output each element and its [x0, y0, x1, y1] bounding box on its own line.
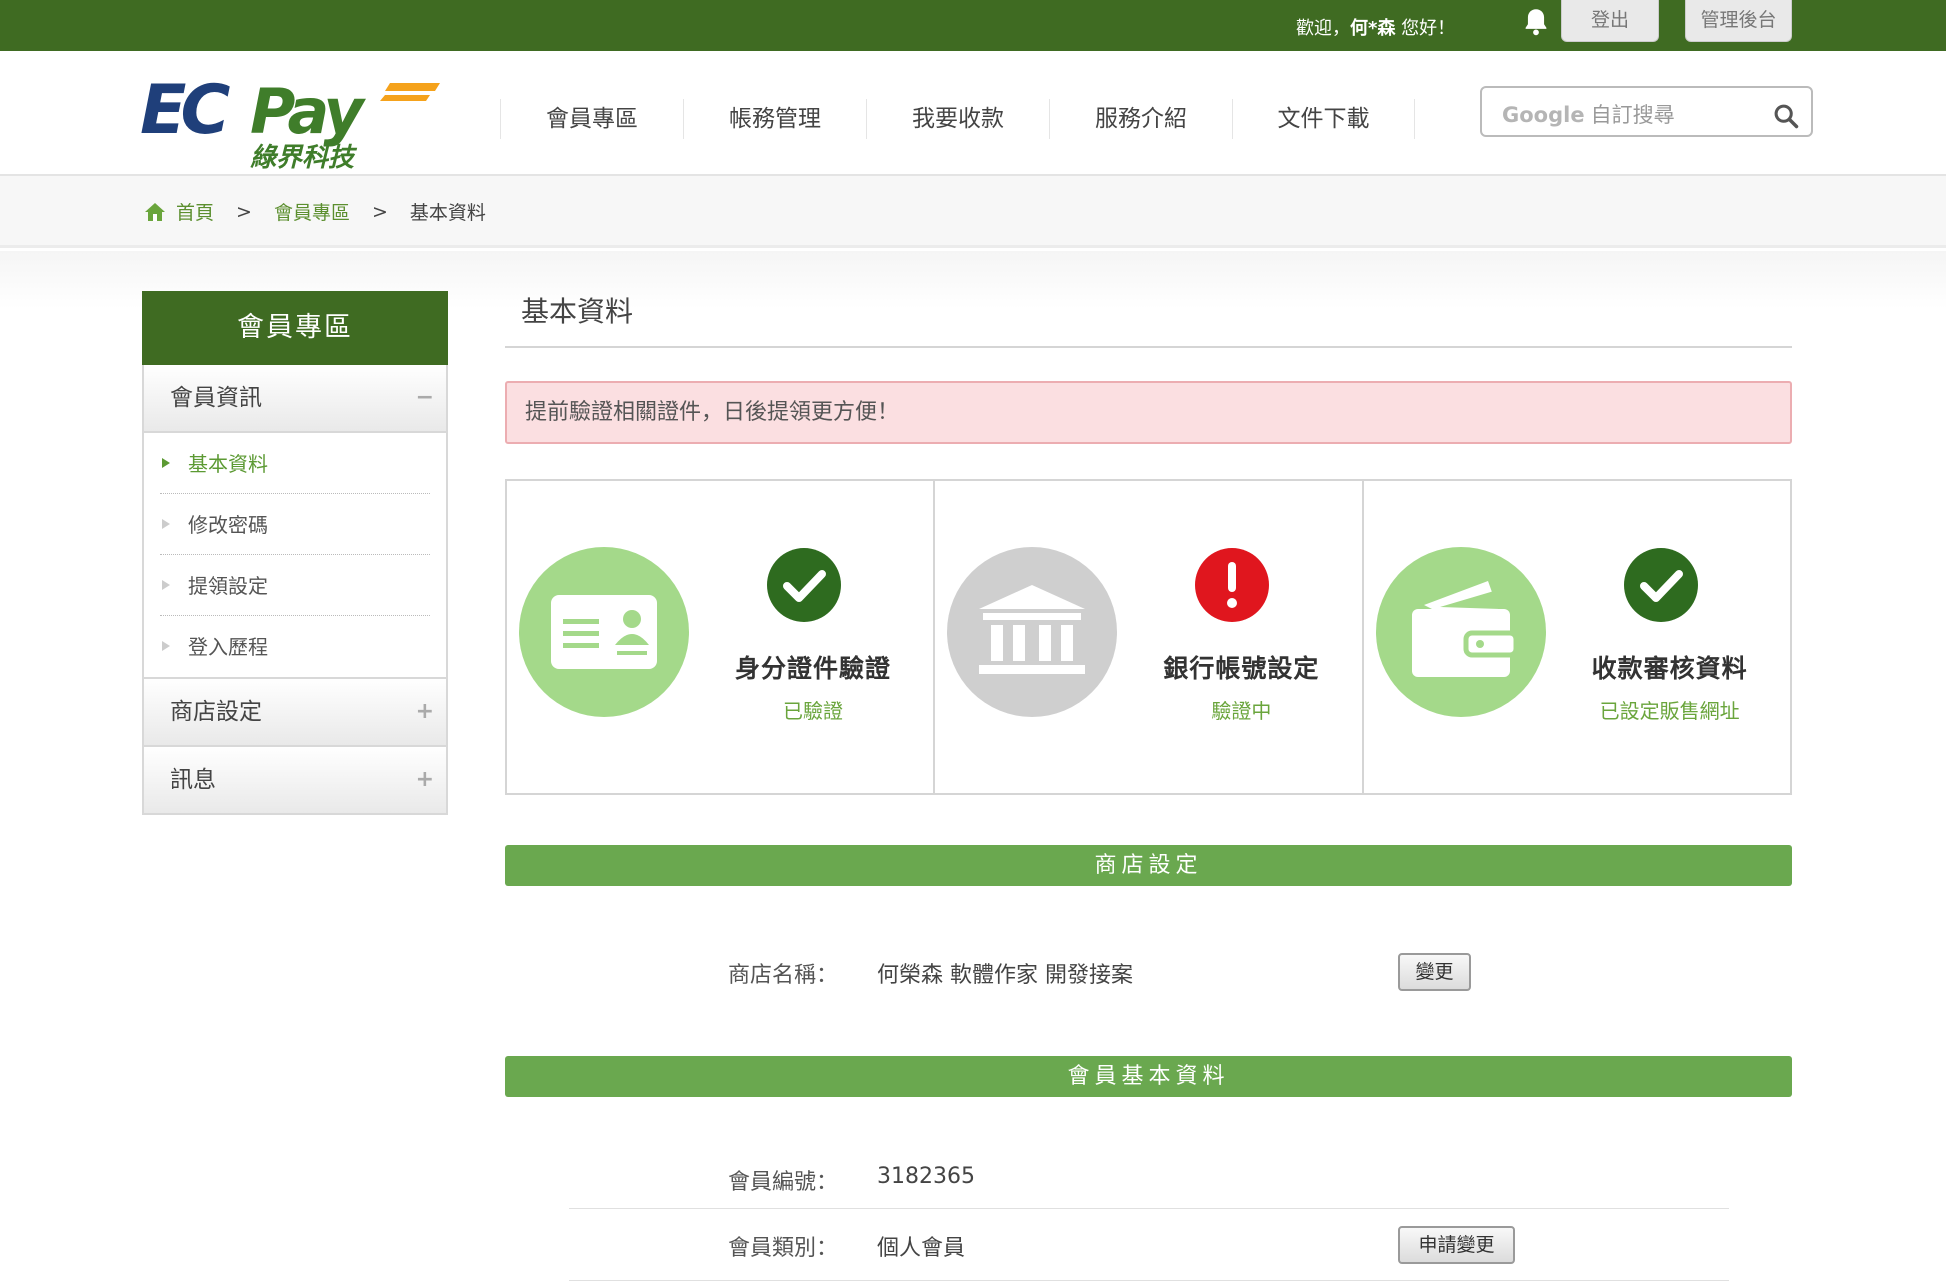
welcome-text: 歡迎，何*森 您好！	[1296, 14, 1455, 40]
admin-button[interactable]: 管理後台	[1685, 0, 1792, 42]
member-type-label: 會員類別：	[728, 1236, 839, 1261]
svg-text:EC: EC	[140, 71, 230, 150]
member-id-label: 會員編號：	[728, 1170, 839, 1195]
card-title: 銀行帳號設定	[1163, 654, 1320, 683]
sidebar: 會員專區 會員資訊 − 基本資料 修改密碼 提領設定 登入歷程 商店設定 + 訊…	[142, 291, 448, 815]
id-card-icon	[519, 547, 689, 717]
breadcrumb-current: 基本資料	[409, 202, 486, 224]
wallet-icon	[1375, 547, 1546, 717]
sidebar-item-label: 登入歷程	[188, 635, 268, 659]
card-status[interactable]: 已驗證	[697, 695, 929, 724]
member-type-value: 個人會員	[877, 1236, 966, 1261]
search-placeholder: Google 自訂搜尋	[1502, 99, 1681, 129]
sidebar-item-label: 基本資料	[188, 452, 268, 476]
card-id-verification[interactable]: 身分證件驗證 已驗證	[507, 481, 936, 793]
sidebar-section-messages[interactable]: 訊息 +	[142, 747, 448, 815]
logo-subtitle: 綠界科技	[250, 143, 358, 171]
breadcrumb-separator: >	[371, 200, 388, 223]
exclamation-icon	[1195, 548, 1270, 622]
sidebar-item-label: 修改密碼	[188, 513, 268, 537]
request-change-button[interactable]: 申請變更	[1398, 1226, 1515, 1264]
welcome-prefix: 歡迎，	[1296, 18, 1350, 39]
row-divider	[569, 1280, 1729, 1281]
check-icon	[1623, 548, 1698, 622]
member-id-value: 3182365	[877, 1164, 975, 1189]
check-icon	[767, 548, 841, 622]
arrow-right-icon	[162, 580, 170, 590]
top-bar: 歡迎，何*森 您好！ 登出 管理後台	[0, 0, 1946, 51]
sidebar-item-label: 提領設定	[188, 574, 268, 598]
user-name: 何*森	[1350, 18, 1396, 39]
verification-alert: 提前驗證相關證件，日後提領更方便！	[505, 381, 1792, 444]
page-title: 基本資料	[505, 294, 1792, 348]
store-name-label: 商店名稱：	[728, 963, 839, 988]
nav-collect[interactable]: 我要收款	[866, 99, 1049, 139]
store-settings-header: 商店設定	[505, 845, 1792, 886]
member-info-header: 會員基本資料	[505, 1056, 1792, 1097]
arrow-right-icon	[162, 519, 170, 529]
sidebar-section-label: 商店設定	[170, 699, 262, 725]
bank-icon	[947, 547, 1118, 717]
card-payment-review[interactable]: 收款審核資料 已設定販售網址	[1364, 481, 1790, 793]
row-divider	[569, 1208, 1729, 1209]
sidebar-item-change-password[interactable]: 修改密碼	[160, 494, 430, 555]
sidebar-title: 會員專區	[142, 291, 448, 365]
expand-icon[interactable]: +	[416, 747, 434, 813]
search-input[interactable]: Google 自訂搜尋	[1480, 86, 1813, 137]
sidebar-section-member-info[interactable]: 會員資訊 −	[142, 365, 448, 433]
breadcrumb-member[interactable]: 會員專區	[274, 198, 350, 225]
search-placeholder-text: 自訂搜尋	[1590, 103, 1675, 127]
arrow-right-icon	[162, 641, 170, 651]
card-status[interactable]: 已設定販售網址	[1554, 695, 1786, 724]
sidebar-section-store-settings[interactable]: 商店設定 +	[142, 679, 448, 747]
home-icon[interactable]	[144, 202, 166, 222]
breadcrumb-home[interactable]: 首頁	[176, 198, 214, 225]
card-bank-account[interactable]: 銀行帳號設定 驗證中	[935, 481, 1364, 793]
expand-icon[interactable]: +	[416, 679, 434, 745]
verification-cards: 身分證件驗證 已驗證 銀行帳號設定 驗證中 收款審核資料 已設定販售網址	[505, 479, 1792, 795]
nav-downloads[interactable]: 文件下載	[1232, 99, 1415, 139]
collapse-icon[interactable]: −	[416, 365, 434, 431]
welcome-suffix: 您好！	[1395, 18, 1456, 39]
nav-accounting[interactable]: 帳務管理	[683, 99, 866, 139]
bell-icon[interactable]	[1522, 7, 1550, 37]
sidebar-section-label: 訊息	[170, 767, 216, 793]
card-title: 身分證件驗證	[734, 654, 891, 683]
card-title: 收款審核資料	[1591, 654, 1748, 683]
breadcrumb-separator: >	[236, 200, 252, 223]
sidebar-item-withdraw-settings[interactable]: 提領設定	[160, 555, 430, 616]
header: EC Pay 綠界科技 會員專區 帳務管理 我要收款 服務介紹 文件下載 Goo…	[0, 51, 1946, 176]
sidebar-section-label: 會員資訊	[170, 385, 262, 411]
card-status[interactable]: 驗證中	[1125, 695, 1357, 724]
sidebar-item-basic-info[interactable]: 基本資料	[160, 433, 430, 494]
breadcrumb-band: 首頁 > 會員專區 > 基本資料	[0, 176, 1946, 248]
sidebar-submenu: 基本資料 修改密碼 提領設定 登入歷程	[142, 433, 448, 679]
main-nav: 會員專區 帳務管理 我要收款 服務介紹 文件下載	[500, 99, 1415, 139]
store-name-value: 何榮森 軟體作家 開發接案	[877, 963, 1133, 988]
breadcrumb: 首頁 > 會員專區 > 基本資料	[144, 198, 486, 225]
svg-text:Pay: Pay	[250, 75, 366, 148]
arrow-right-icon	[162, 458, 170, 468]
nav-member[interactable]: 會員專區	[500, 99, 683, 139]
sidebar-item-login-history[interactable]: 登入歷程	[160, 616, 430, 677]
ecpay-logo[interactable]: EC Pay 綠界科技	[140, 71, 450, 171]
nav-services[interactable]: 服務介紹	[1049, 99, 1232, 139]
logout-button[interactable]: 登出	[1561, 0, 1659, 42]
change-store-name-button[interactable]: 變更	[1398, 953, 1471, 991]
search-icon[interactable]	[1772, 102, 1800, 130]
google-brand: Google	[1502, 103, 1585, 127]
